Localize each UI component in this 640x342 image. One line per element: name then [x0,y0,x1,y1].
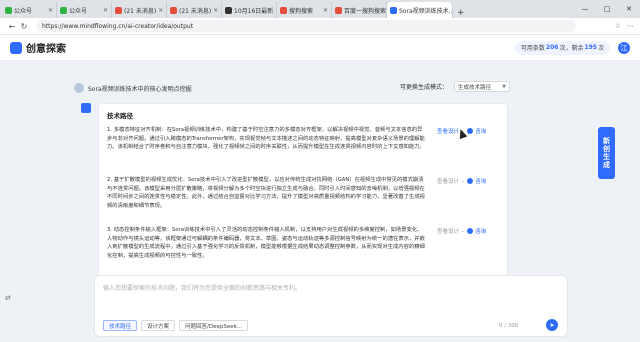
browser-tab[interactable]: 公众号 ✕ [2,2,57,18]
url-field[interactable]: https://www.mindflowing.cn/ai-creator/id… [36,20,576,32]
browser-tab[interactable]: 公众号 ✕ [57,2,112,18]
chevron-down-icon[interactable]: ⌄ [461,228,465,234]
new-tab-button[interactable]: + [453,8,469,18]
avatar[interactable]: 江 [618,41,630,54]
tab-favicon-icon [225,6,232,14]
browser-tab[interactable]: 搜狗搜索 ✕ [277,2,332,18]
mode-selected-value: 生成技术路径 [458,84,492,91]
tab-favicon-icon [170,6,177,14]
paragraph-actions: 查看设计 ⌄ 咨询 [437,227,486,235]
points-value: 206 [545,44,559,51]
paragraph-actions: 查看设计 ⌄ 咨询 [437,177,486,185]
question-text: Sora视频训练技术中的核心发明点挖掘 [88,85,192,93]
main-content: Sora视频训练技术中的核心发明点挖掘 可更换生成模式： 生成技术路径 ▼ 技术… [60,61,580,342]
app-logo-icon [10,41,22,54]
mode-select[interactable]: 生成技术路径 ▼ [454,81,511,92]
path-paragraph: 1. 多模态特征对齐机制：在Sora视频训练技术中，构建了基于时空注意力的多模态… [107,127,425,151]
points-remaining: 195 [584,44,597,51]
chevron-down-icon[interactable]: ⌄ [461,178,465,184]
mode-chips: 技术路径 设计方案 问题回答/DeepSeek... [103,320,249,331]
tab-label: 搜狗搜索 [289,7,314,15]
window-controls: — □ ✕ [574,0,640,18]
tab-label: 10月16日最新 [234,7,274,15]
app-title: 创意探索 [26,44,66,55]
points-badge: 可用条数 206 次，剩余 195 次 [514,40,610,55]
question-row: Sora视频训练技术中的核心发明点挖掘 [74,83,192,93]
points-prefix: 可用条数 [520,45,545,52]
points-suffix: 次 [597,45,604,52]
question-icon [467,178,474,184]
app-header: 创意探索 可用条数 206 次，剩余 195 次 江 [0,35,640,61]
maximize-button[interactable]: □ [596,0,618,18]
view-design-link[interactable]: 查看设计 [437,227,459,235]
tab-favicon-icon [280,6,287,14]
view-design-link[interactable]: 查看设计 [437,177,459,185]
send-icon: ➤ [549,321,555,329]
chip-tech-path[interactable]: 技术路径 [103,320,138,331]
path-paragraph: 2. 基于扩散模型的视频生成优化：Sora技术中引入了改进型扩散模型，以应对传统… [107,177,425,209]
tab-favicon-icon [335,6,342,14]
consult-link[interactable]: 咨询 [475,177,486,185]
tab-favicon-icon [115,6,122,14]
side-generate-tab[interactable]: 新创生成 [598,127,615,179]
ai-assistant-icon [81,103,91,113]
mode-selector: 可更换生成模式： 生成技术路径 ▼ [400,81,511,92]
tab-favicon-icon [60,6,67,14]
question-icon [467,128,474,134]
view-design-link[interactable]: 查看设计 [437,127,459,135]
tab-label: (21 未消息) [179,7,212,15]
chat-input-box[interactable]: 输入您想要探索的技术问题，我们将为您提供全面的创新思路与相关专利。 技术路径 设… [94,275,568,337]
consult-link[interactable]: 咨询 [475,127,486,135]
path-paragraph: 3. 动态控制条件输入框架：Sora训练技术中引入了灵活的动态控制条件输入机制，… [107,227,425,259]
browser-tab[interactable]: 百度一搜狗搜索✕ [332,2,387,18]
tab-label: Sora视频训练技术... [399,7,453,15]
card-title: 技术路径 [107,112,133,120]
address-bar: ← ↻ https://www.mindflowing.cn/ai-creato… [0,18,640,35]
close-icon[interactable]: ✕ [211,7,218,14]
send-button[interactable]: ➤ [546,319,558,331]
tab-label: (21 未消息) [124,7,157,15]
minimize-button[interactable]: — [574,0,596,18]
consult-link[interactable]: 咨询 [475,227,486,235]
tab-favicon-icon [5,6,12,14]
char-count: 0 / 300 [499,323,519,329]
chip-design-plan[interactable]: 设计方案 [141,320,176,331]
browser-tab-strip: 公众号✕ 公众号✕ (21 未消息)✕ (21 未消息)✕ 10月16日最新✕ … [0,0,640,18]
refresh-icon[interactable]: ↻ [18,22,30,31]
tab-label: 公众号 [69,7,88,15]
expand-sidebar-icon[interactable]: ⇄ [5,294,11,302]
close-icon[interactable]: ✕ [46,7,53,14]
chevron-down-icon: ▼ [502,83,507,90]
user-avatar-icon [74,83,84,93]
left-sidebar: ⇄ [0,61,16,342]
chip-qa-deepseek[interactable]: 问题回答/DeepSeek... [179,320,249,331]
url-text: https://www.mindflowing.cn/ai-creator/id… [42,22,194,30]
mode-label: 可更换生成模式： [400,84,449,91]
favorite-star-icon[interactable]: ☆ [615,22,621,30]
menu-icon[interactable]: ⋯ [627,22,634,30]
tab-label: 公众号 [14,7,33,15]
address-bar-icons: ☆ ⋯ [615,22,634,30]
close-icon[interactable]: ✕ [101,7,108,14]
close-icon[interactable]: ✕ [321,7,328,14]
tab-favicon-icon [390,6,397,14]
browser-tab[interactable]: 10月16日最新✕ [222,2,277,18]
browser-tab[interactable]: (21 未消息) ✕ [167,2,222,18]
close-window-button[interactable]: ✕ [618,0,640,18]
question-icon [467,228,474,234]
browser-tab-active[interactable]: Sora视频训练技术...✕ [387,2,453,18]
chat-placeholder[interactable]: 输入您想要探索的技术问题，我们将为您提供全面的创新思路与相关专利。 [103,283,301,292]
points-mid: 次，剩余 [559,45,584,52]
browser-tab[interactable]: (21 未消息) ✕ [112,2,167,18]
tab-label: 百度一搜狗搜索 [344,7,387,15]
close-icon[interactable]: ✕ [156,7,163,14]
back-icon[interactable]: ← [6,22,18,31]
